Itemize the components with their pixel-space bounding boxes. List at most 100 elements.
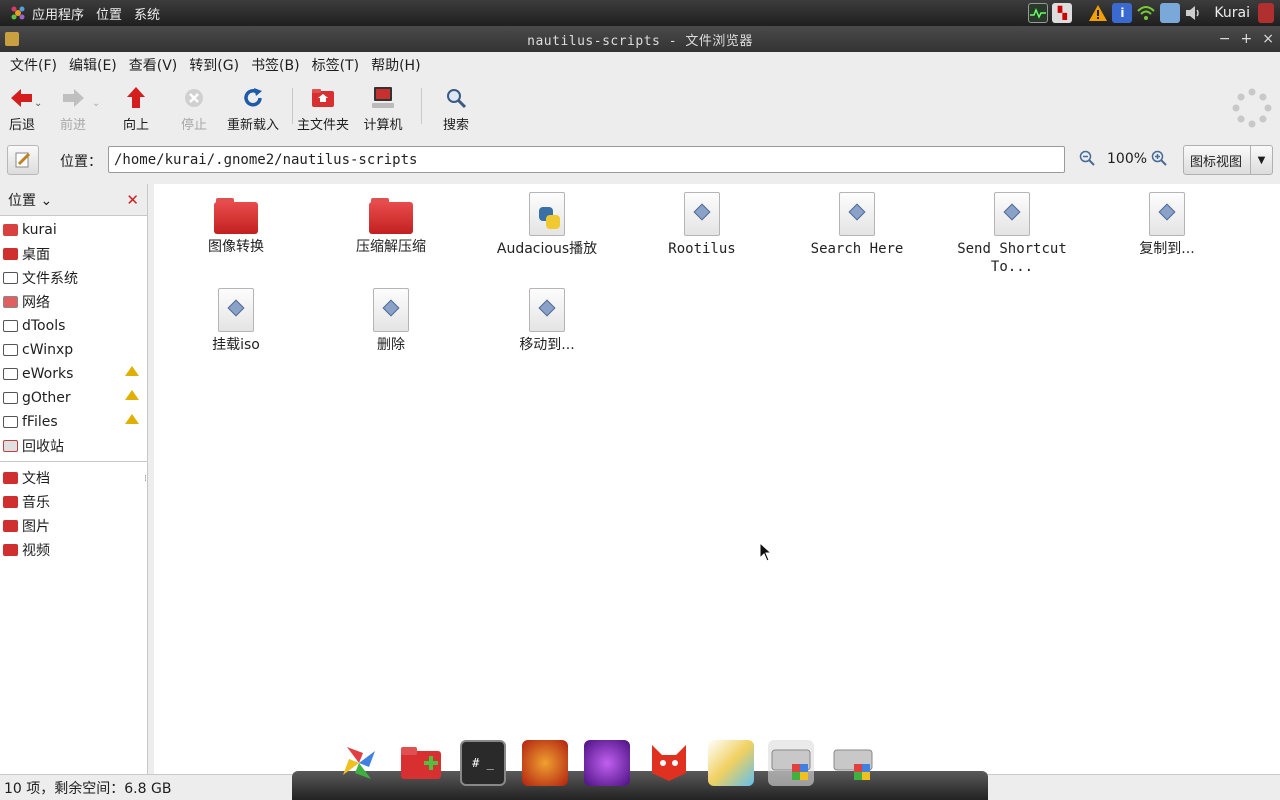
menu-file[interactable]: 文件(F) [4, 55, 63, 75]
menu-edit[interactable]: 编辑(E) [63, 55, 123, 75]
sidebar-item-4[interactable]: dTools [0, 314, 147, 338]
toolbar-separator-2 [421, 88, 423, 124]
system-menu[interactable]: 系统 [132, 0, 170, 26]
location-input[interactable] [108, 146, 1065, 173]
chevron-down-icon: ▼ [1250, 146, 1272, 174]
add-folder-app-icon[interactable] [398, 740, 444, 786]
pinwheel-app-icon[interactable] [336, 740, 382, 786]
window-titlebar[interactable]: nautilus-scripts - 文件浏览器 − + × [0, 26, 1280, 52]
menu-go[interactable]: 转到(G) [183, 55, 245, 75]
stop-button[interactable]: 停止 [166, 86, 222, 133]
file-item[interactable]: 压缩解压缩 [326, 192, 456, 256]
sidebar-item-7[interactable]: gOther [0, 386, 147, 410]
file-name: Send Shortcut To... [957, 241, 1067, 275]
maximize-button[interactable]: + [1241, 31, 1253, 47]
drive-app-icon-2[interactable] [830, 740, 876, 786]
file-view[interactable]: 图像转换 压缩解压缩 Audacious播放 Rootilus Search Here S… [154, 184, 1280, 774]
forward-history-dropdown[interactable]: ⌄ [92, 98, 106, 109]
sidebar-item-2[interactable]: 文件系统 [0, 266, 147, 290]
script-file-icon [839, 192, 875, 236]
file-item[interactable]: 挂载iso [171, 288, 301, 354]
view-mode-select[interactable]: 图标视图 ▼ [1183, 145, 1273, 175]
file-item[interactable]: 删除 [326, 288, 456, 354]
zoom-in-icon[interactable] [1151, 150, 1167, 170]
zoom-level[interactable]: 100% [1107, 151, 1147, 167]
user-name[interactable]: Kurai [1214, 5, 1250, 21]
eject-icon[interactable] [125, 414, 139, 424]
sidebar-item-5[interactable]: cWinxp [0, 338, 147, 362]
file-item[interactable]: 移动到... [482, 288, 612, 354]
script-file-icon [994, 192, 1030, 236]
sidebar-item-3[interactable]: 网络 [0, 290, 147, 314]
sidebar-close-icon[interactable]: ✕ [126, 191, 139, 209]
places-menu-label: 位置 [96, 7, 123, 23]
volume-icon[interactable] [1184, 3, 1204, 23]
wifi-icon[interactable] [1136, 3, 1156, 23]
sidebar-mode-select[interactable]: 位置 ⌄ [8, 190, 52, 210]
menu-bookmarks[interactable]: 书签(B) [245, 55, 306, 75]
drive-icon [3, 344, 18, 356]
script-file-icon [684, 192, 720, 236]
sidebar-item-2[interactable]: 图片 [0, 514, 147, 538]
applications-menu[interactable]: 应用程序 [0, 0, 94, 26]
back-button[interactable]: 后退 [4, 86, 40, 133]
browser-app-icon[interactable] [522, 740, 568, 786]
drive-icon [3, 320, 18, 332]
sidebar-item-6[interactable]: eWorks [0, 362, 147, 386]
menu-help[interactable]: 帮助(H) [365, 55, 426, 75]
file-item[interactable]: Rootilus [637, 192, 767, 258]
back-history-dropdown[interactable]: ⌄ [34, 98, 48, 109]
close-button[interactable]: × [1262, 31, 1274, 47]
up-label: 向上 [122, 118, 149, 133]
sidebar-item-8[interactable]: fFiles [0, 410, 147, 434]
computer-icon [371, 86, 395, 110]
screenshot-icon[interactable]: ▚ [1052, 3, 1073, 23]
info-icon[interactable]: i [1112, 3, 1133, 23]
folder-icon [214, 198, 258, 234]
window-menu-icon[interactable] [5, 32, 19, 46]
forward-button[interactable]: 前进 [48, 86, 98, 133]
reload-button[interactable]: 重新载入 [222, 86, 284, 133]
system-monitor-icon[interactable] [1028, 3, 1049, 23]
sidebar-item-1[interactable]: 音乐 [0, 490, 147, 514]
sidebar-item-0[interactable]: 文档 [0, 466, 147, 490]
sidebar-item-9[interactable]: 回收站 [0, 434, 147, 458]
minimize-button[interactable]: − [1219, 31, 1231, 47]
toggle-location-entry-button[interactable] [7, 145, 39, 175]
file-item[interactable]: Audacious播放 [482, 192, 612, 258]
menu-view[interactable]: 查看(V) [123, 55, 184, 75]
sidebar-item-3[interactable]: 视频 [0, 538, 147, 562]
warning-icon[interactable] [1088, 3, 1108, 23]
sidebar-resize-grip[interactable]: ⁞ [144, 474, 147, 484]
photo-app-icon[interactable] [708, 740, 754, 786]
back-label: 后退 [8, 118, 35, 133]
computer-button[interactable]: 计算机 [353, 86, 413, 133]
sidebar-item-0[interactable]: kurai [0, 218, 147, 242]
home-folder-button[interactable]: 主文件夹 [293, 86, 353, 133]
sidebar-mode-label: 位置 [8, 192, 36, 209]
menu-tabs[interactable]: 标签(T) [306, 55, 365, 75]
sidebar-item-label: dTools [22, 318, 66, 334]
purple-orb-app-icon[interactable] [584, 740, 630, 786]
drive-app-icon[interactable] [768, 740, 814, 786]
file-item[interactable]: Search Here [792, 192, 922, 258]
file-item[interactable]: 图像转换 [171, 192, 301, 256]
trash-icon [3, 440, 18, 452]
activity-spinner-icon [1232, 88, 1272, 128]
sidebar-item-label: cWinxp [22, 342, 74, 358]
sidebar-item-label: 文档 [22, 471, 50, 487]
search-button[interactable]: 搜索 [428, 86, 484, 133]
cat-app-icon[interactable] [646, 740, 692, 786]
up-button[interactable]: 向上 [106, 86, 166, 133]
menubar: 文件(F) 编辑(E) 查看(V) 转到(G) 书签(B) 标签(T) 帮助(H… [0, 52, 1280, 78]
sidebar-item-1[interactable]: 桌面 [0, 242, 147, 266]
places-menu[interactable]: 位置 [94, 0, 132, 26]
file-item[interactable]: 复制到... [1102, 192, 1232, 258]
shutdown-icon[interactable] [1258, 3, 1274, 23]
zoom-out-icon[interactable] [1079, 150, 1095, 170]
network-manager-icon[interactable] [1160, 3, 1181, 23]
file-item[interactable]: Send Shortcut To... [947, 192, 1077, 276]
eject-icon[interactable] [125, 366, 139, 376]
eject-icon[interactable] [125, 390, 139, 400]
terminal-app-icon[interactable]: # _ [460, 740, 506, 786]
